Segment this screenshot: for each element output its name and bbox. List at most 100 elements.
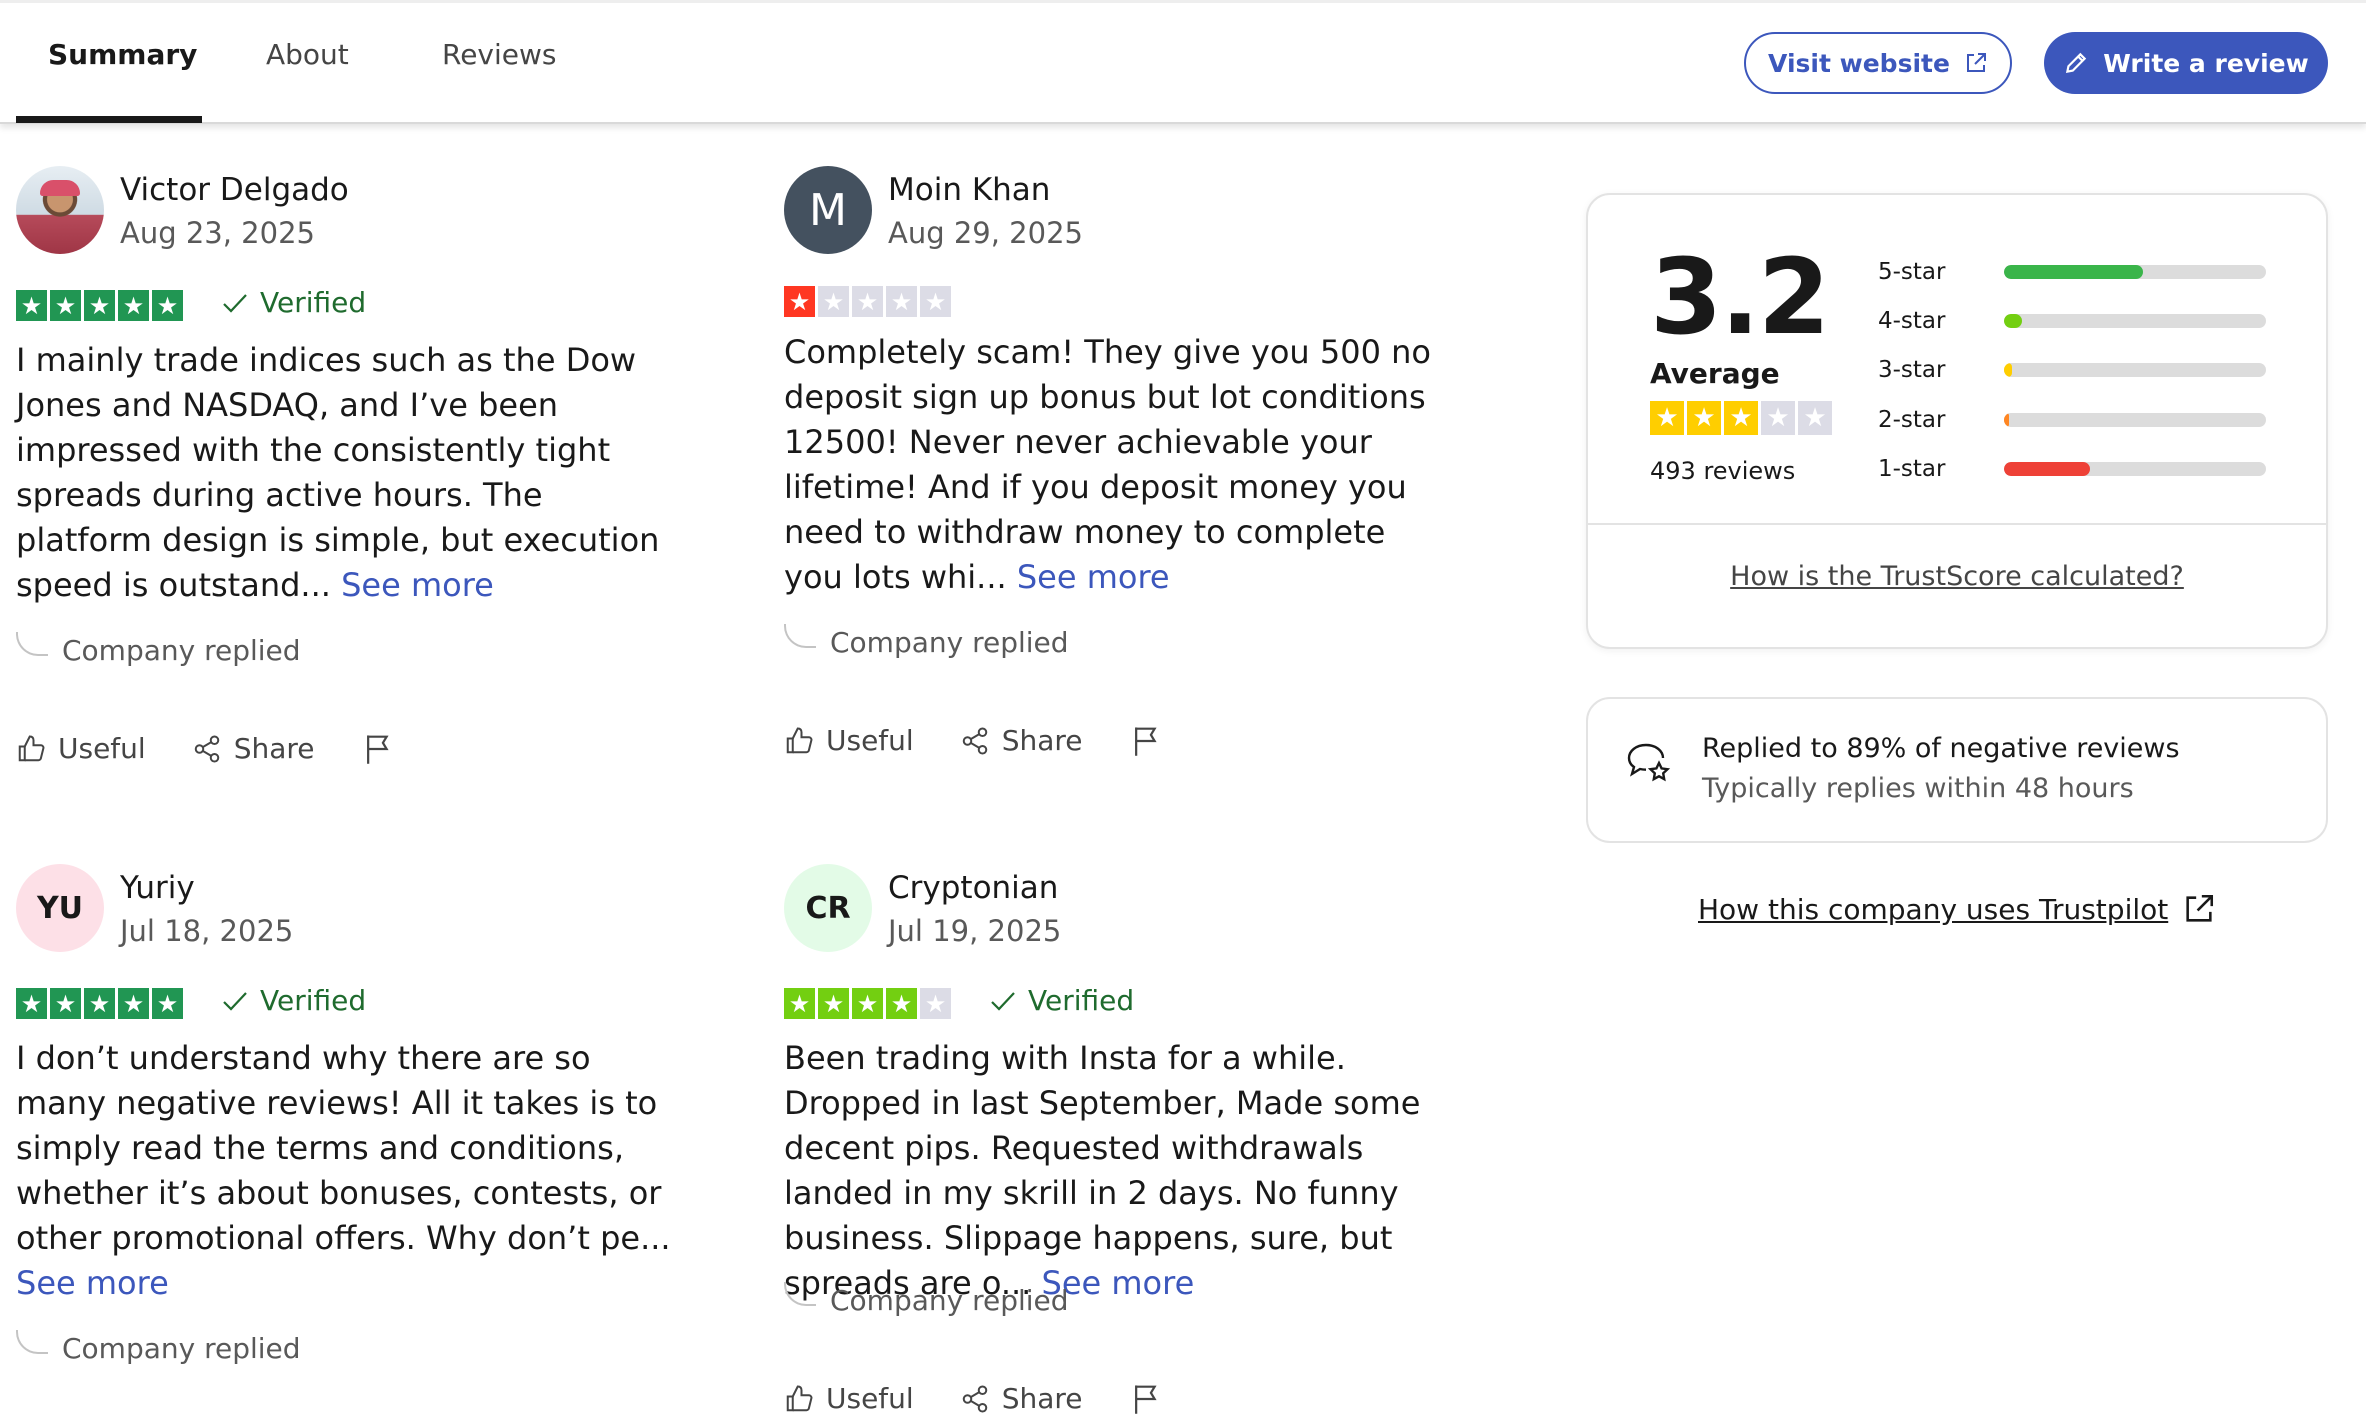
reply-hook-icon [16,1329,48,1354]
reply-time-text: Typically replies within 48 hours [1702,773,2134,804]
share-button[interactable]: Share [960,724,1083,757]
share-label: Share [1001,724,1083,757]
distribution-fill [2004,314,2023,328]
star-filled-icon: ★ [784,988,815,1019]
star-filled-icon: ★ [16,290,47,321]
useful-button[interactable]: Useful [784,1382,914,1415]
star-filled-icon: ★ [16,988,47,1019]
distribution-fill [2004,363,2012,377]
pencil-icon [2066,52,2087,74]
distribution-fill [2004,265,2143,279]
star-filled-icon: ★ [84,988,115,1019]
verified-badge[interactable]: Verified [222,286,366,319]
star-filled-icon: ★ [784,286,815,317]
company-replied-label: Company replied [830,1284,1069,1317]
external-link-icon [1966,53,1986,72]
star-empty-icon: ★ [818,286,849,317]
review-text: I mainly trade indices such as the Dow J… [16,338,681,608]
distribution-row-2-star[interactable]: 2-star [1878,405,2278,435]
distribution-row-1-star[interactable]: 1-star [1878,454,2278,484]
share-icon [962,727,987,754]
star-filled-icon: ★ [84,290,115,321]
avatar: CR [784,864,872,952]
review-actions: Useful Share [16,732,405,765]
company-replied-label: Company replied [830,626,1069,659]
page-header: Summary About Reviews Visit website Writ… [0,0,2366,124]
avatar [16,166,104,254]
checkmark-icon [223,991,247,1011]
star-filled-icon: ★ [118,988,149,1019]
write-review-button[interactable]: Write a review [2044,32,2328,94]
useful-label: Useful [58,732,146,765]
review-stars: ★ ★ ★ ★ ★ [16,988,183,1019]
verified-badge[interactable]: Verified [222,984,366,1017]
verified-label: Verified [1028,984,1135,1017]
review-actions: Useful Share [784,1382,1173,1415]
star-empty-icon: ★ [1761,401,1795,435]
reviewer-name[interactable]: Cryptonian [888,870,1058,906]
star-empty-icon: ★ [1798,401,1832,435]
reviewer-name[interactable]: Yuriy [120,870,195,906]
thumbs-up-icon [786,726,813,753]
star-filled-icon: ★ [1724,401,1758,435]
verified-badge[interactable]: Verified [990,984,1134,1017]
see-more-link[interactable]: See more [16,1264,169,1302]
tab-summary[interactable]: Summary [48,38,197,71]
visit-website-button[interactable]: Visit website [1744,32,2012,94]
flag-icon [1134,726,1157,756]
distribution-row-4-star[interactable]: 4-star [1878,306,2278,336]
flag-icon [1134,1384,1157,1414]
company-replied[interactable]: Company replied [16,1329,301,1365]
see-more-link[interactable]: See more [1017,558,1170,596]
tab-reviews[interactable]: Reviews [442,38,557,71]
distribution-bar [2004,462,2266,476]
reviews-count: 493 reviews [1650,457,1796,485]
distribution-label: 2-star [1878,407,1946,433]
active-tab-indicator [16,116,202,123]
review-body: I don’t understand why there are so many… [16,1039,671,1257]
review-text: I don’t understand why there are so many… [16,1036,681,1306]
review-card: YU Yuriy Jul 18, 2025 ★ ★ ★ ★ ★ Verified I d… [16,864,696,1424]
thumbs-up-icon [18,734,45,761]
share-icon [194,735,219,762]
useful-label: Useful [826,724,914,757]
reviewer-name[interactable]: Victor Delgado [120,172,349,208]
review-body: Been trading with Insta for a while. Dro… [784,1039,1421,1302]
review-card: CR Cryptonian Jul 19, 2025 ★ ★ ★ ★ ★ Verifie… [784,864,1464,1424]
star-filled-icon: ★ [118,290,149,321]
tab-about[interactable]: About [266,38,349,71]
see-more-link[interactable]: See more [341,566,494,604]
company-uses-trustpilot-link[interactable]: How this company uses Trustpilot [1698,892,2216,926]
trustscore-card: 3.2 Average ★ ★ ★ ★ ★ 493 reviews 5-star 4-s… [1586,193,2328,649]
visit-website-label: Visit website [1768,48,1950,78]
external-link-icon [2186,894,2214,922]
review-body: I mainly trade indices such as the Dow J… [16,341,660,604]
star-filled-icon: ★ [818,988,849,1019]
distribution-row-5-star[interactable]: 5-star [1878,257,2278,287]
company-replied[interactable]: Company replied [784,623,1069,659]
review-date: Jul 18, 2025 [120,914,294,948]
report-button[interactable] [1131,1383,1173,1415]
header-top-border [0,0,2366,3]
divider [1588,523,2326,525]
trustscore-calculation-link[interactable]: How is the TrustScore calculated? [1588,561,2326,592]
company-replied-label: Company replied [62,1332,301,1365]
review-card: M Moin Khan Aug 29, 2025 ★ ★ ★ ★ ★ Completel… [784,166,1464,786]
useful-button[interactable]: Useful [784,724,914,757]
report-button[interactable] [1131,725,1173,757]
reviewer-name[interactable]: Moin Khan [888,172,1050,208]
share-button[interactable]: Share [192,732,315,765]
thumbs-up-icon [786,1384,813,1411]
company-replied[interactable]: Company replied [16,631,301,667]
useful-label: Useful [826,1382,914,1415]
distribution-row-3-star[interactable]: 3-star [1878,355,2278,385]
report-button[interactable] [363,733,405,765]
company-replied-label: Company replied [62,634,301,667]
company-replied[interactable]: Company replied [784,1281,1069,1317]
useful-button[interactable]: Useful [16,732,146,765]
share-button[interactable]: Share [960,1382,1083,1415]
share-label: Share [1001,1382,1083,1415]
review-stars: ★ ★ ★ ★ ★ [784,988,951,1019]
distribution-bar [2004,265,2266,279]
star-filled-icon: ★ [152,290,183,321]
